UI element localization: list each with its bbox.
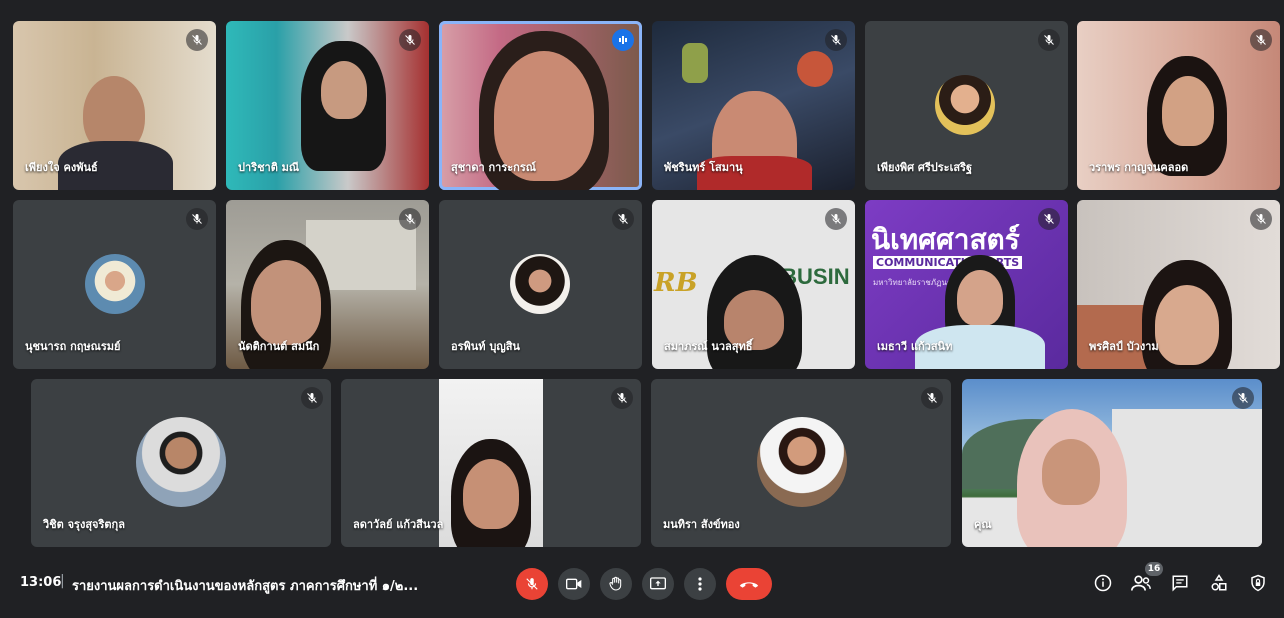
shield-lock-icon (1251, 574, 1265, 592)
participant-count-badge: 16 (1145, 562, 1163, 576)
meeting-details-button[interactable] (1090, 570, 1116, 596)
info-icon (1094, 574, 1112, 592)
participant-tile[interactable]: นุชนารถ กฤษณรมย์ (13, 200, 216, 369)
speaking-indicator-icon (612, 29, 634, 51)
participant-tile[interactable]: นัดติกานต์ สมนึก (226, 200, 429, 369)
participant-tile[interactable]: เพียงใจ คงพันธ์ (13, 21, 216, 190)
mic-off-icon (612, 208, 634, 230)
participant-name: นุชนารถ กฤษณรมย์ (25, 340, 121, 353)
camera-icon (566, 578, 582, 590)
mic-off-icon (825, 29, 847, 51)
avatar (935, 75, 995, 135)
present-screen-button[interactable] (642, 568, 674, 600)
video-feed-face (1155, 285, 1219, 365)
mic-off-icon (1038, 29, 1060, 51)
activities-icon (1211, 574, 1227, 591)
business-logo: RB (654, 268, 698, 298)
virtual-background-planet (797, 51, 833, 87)
chat-button[interactable] (1167, 570, 1193, 596)
mic-off-icon (526, 578, 538, 590)
avatar (136, 417, 226, 507)
mic-off-icon (1250, 208, 1272, 230)
chat-icon (1172, 575, 1188, 592)
avatar (510, 254, 570, 314)
bottom-control-bar: 13:06 | รายงานผลการดำเนินงานของหลักสูตร … (0, 560, 1284, 618)
mic-off-icon (611, 387, 633, 409)
participant-tile[interactable]: นิเทศศาสตร์ COMMUNICATION ARTS มหาวิทยาล… (865, 200, 1068, 369)
participant-tile[interactable]: เพียงพิศ ศรีประเสริฐ (865, 21, 1068, 190)
video-feed (439, 379, 543, 547)
mic-off-icon (1250, 29, 1272, 51)
participant-tile[interactable]: อรพินท์ บุญสิน (439, 200, 642, 369)
avatar (85, 254, 145, 314)
participant-tile-self[interactable]: คุณ (962, 379, 1262, 547)
video-feed-face (463, 459, 519, 529)
participant-name: พรศิลป์ บัวงาม (1089, 340, 1159, 353)
virtual-background-building (1112, 409, 1262, 547)
participant-tile[interactable]: พัชรินทร์ โสมานุ (652, 21, 855, 190)
participant-name: ปาริชาติ มณี (238, 161, 300, 174)
participant-name: เมธาวี แก้วสนิท (877, 340, 953, 353)
video-feed-face (321, 61, 367, 119)
virtual-background-robot (682, 43, 708, 83)
participant-name: เพียงใจ คงพันธ์ (25, 161, 98, 174)
participant-tile[interactable]: มนทิรา สังข์ทอง (651, 379, 951, 547)
camera-toggle-button[interactable] (558, 568, 590, 600)
activities-button[interactable] (1206, 570, 1232, 596)
participant-tile[interactable]: ปาริชาติ มณี (226, 21, 429, 190)
participant-name: เพียงพิศ ศรีประเสริฐ (877, 161, 973, 174)
mic-off-icon (399, 29, 421, 51)
participant-name: วราพร กาญจนคลอด (1089, 161, 1189, 174)
participant-name: สมาภรณ์ นวลสุทธิ์ (664, 340, 753, 353)
participant-name: อรพินท์ บุญสิน (451, 340, 520, 353)
participant-name: นัดติกานต์ สมนึก (238, 340, 320, 353)
participant-tile-speaking[interactable]: สุชาดา การะกรณ์ (439, 21, 642, 190)
mic-off-icon (825, 208, 847, 230)
more-options-button[interactable] (684, 568, 716, 600)
mic-off-icon (921, 387, 943, 409)
participant-name: มนทิรา สังข์ทอง (663, 518, 740, 531)
title-separator: | (60, 573, 65, 589)
raise-hand-button[interactable] (600, 568, 632, 600)
participant-grid: เพียงใจ คงพันธ์ ปาริชาติ มณี สุชาดา การะ… (0, 0, 1284, 560)
video-feed-face (957, 270, 1003, 326)
meeting-title: รายงานผลการดำเนินงานของหลักสูตร ภาคการศึ… (72, 579, 419, 594)
video-feed-face (1162, 76, 1214, 146)
mic-off-icon (1038, 208, 1060, 230)
participant-name: พัชรินทร์ โสมานุ (664, 161, 743, 174)
mic-off-icon (301, 387, 323, 409)
mic-off-icon (186, 208, 208, 230)
participant-tile[interactable]: วราพร กาญจนคลอด (1077, 21, 1280, 190)
end-call-icon (739, 582, 759, 588)
participant-name: วิชิต จรุงสุจริตกุล (43, 518, 125, 531)
video-feed-face (1042, 439, 1100, 505)
mic-off-icon (399, 208, 421, 230)
avatar (757, 417, 847, 507)
host-controls-button[interactable] (1245, 570, 1271, 596)
participant-name: คุณ (974, 518, 992, 531)
participant-name: สุชาดา การะกรณ์ (451, 161, 536, 174)
participant-tile[interactable]: RB L BUSIN สมาภรณ์ นวลสุทธิ์ (652, 200, 855, 369)
video-feed-face (251, 260, 321, 345)
participant-tile[interactable]: ลดาวัลย์ แก้วสีนวล (341, 379, 641, 547)
participant-name: ลดาวัลย์ แก้วสีนวล (353, 518, 444, 531)
mic-off-icon (186, 29, 208, 51)
end-call-button[interactable] (726, 568, 772, 600)
people-icon (1131, 575, 1151, 591)
present-icon (650, 577, 666, 590)
participant-tile[interactable]: พรศิลป์ บัวงาม (1077, 200, 1280, 369)
more-options-icon (698, 577, 702, 591)
participant-tile[interactable]: วิชิต จรุงสุจริตกุล (31, 379, 331, 547)
mic-off-icon (1232, 387, 1254, 409)
clock-time: 13:06 (20, 575, 62, 590)
raise-hand-icon (609, 576, 622, 591)
mic-toggle-button[interactable] (516, 568, 548, 600)
